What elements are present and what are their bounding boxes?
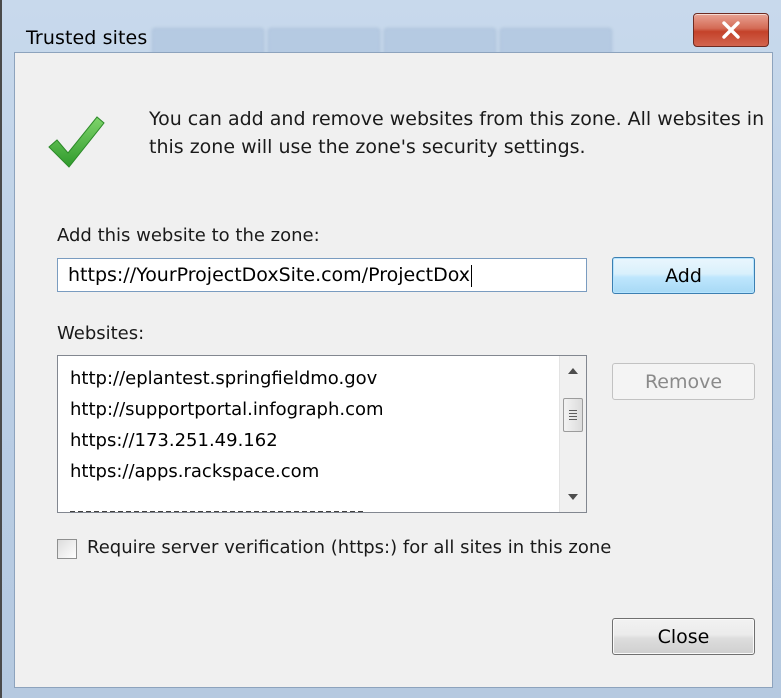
remove-button[interactable]: Remove [612, 363, 755, 400]
list-item[interactable]: http://supportportal.infograph.com [70, 394, 550, 425]
websites-label: Websites: [57, 323, 145, 344]
scroll-up-arrow-icon[interactable] [560, 360, 586, 382]
add-website-label: Add this website to the zone: [57, 225, 320, 246]
info-text-line: this zone will use the zone's security s… [149, 136, 586, 158]
grip-line [569, 413, 577, 414]
scrollbar-thumb[interactable] [563, 398, 583, 432]
websites-list[interactable]: http://eplantest.springfieldmo.gov http:… [57, 355, 587, 513]
scroll-down-arrow-icon[interactable] [560, 486, 586, 508]
grip-line [569, 416, 577, 417]
require-verification-checkbox[interactable] [57, 539, 77, 559]
clipped-text-fragment [70, 511, 365, 512]
window-close-button[interactable] [693, 13, 769, 47]
websites-list-items: http://eplantest.springfieldmo.gov http:… [70, 363, 550, 512]
text-caret [471, 264, 473, 287]
list-item-partial[interactable] [70, 487, 550, 512]
add-button[interactable]: Add [612, 257, 755, 294]
info-text-line: You can add and remove websites from thi… [149, 108, 765, 130]
green-checkmark-icon [48, 116, 105, 168]
vertical-scrollbar[interactable] [559, 356, 586, 512]
require-verification-label[interactable]: Require server verification (https:) for… [87, 537, 611, 558]
list-item[interactable]: https://173.251.49.162 [70, 425, 550, 456]
dialog-window: Trusted sites You can add and remove web… [0, 0, 781, 698]
window-title: Trusted sites [26, 27, 148, 49]
list-item[interactable]: https://apps.rackspace.com [70, 456, 550, 487]
grip-line [569, 410, 577, 411]
website-url-value: https://YourProjectDoxSite.com/ProjectDo… [68, 264, 471, 286]
close-button[interactable]: Close [612, 618, 755, 655]
grip-line [569, 419, 577, 420]
close-x-icon [722, 21, 740, 39]
info-text: You can add and remove websites from thi… [149, 105, 781, 161]
list-item[interactable]: http://eplantest.springfieldmo.gov [70, 363, 550, 394]
website-url-input[interactable]: https://YourProjectDoxSite.com/ProjectDo… [57, 258, 587, 292]
dialog-content: You can add and remove websites from thi… [14, 52, 773, 688]
